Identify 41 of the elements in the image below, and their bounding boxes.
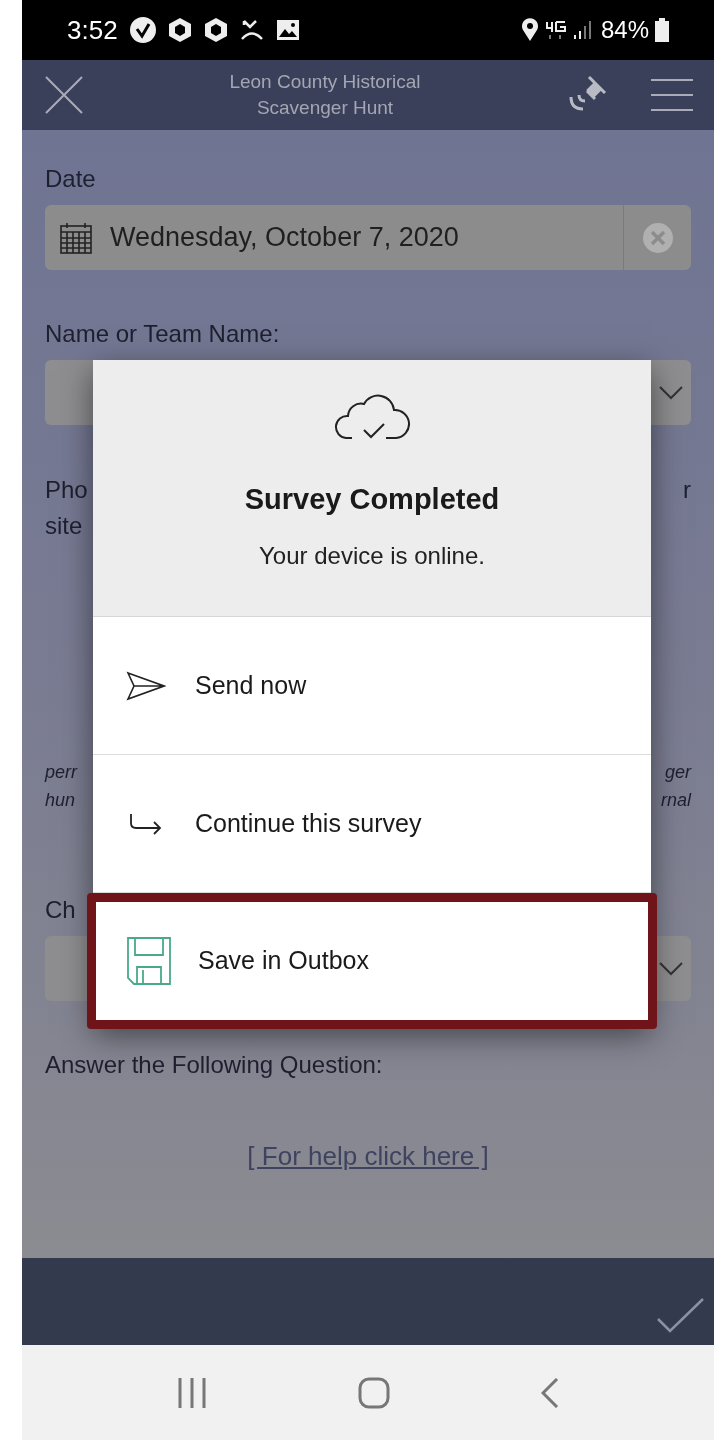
chevron-down-icon	[659, 385, 683, 400]
hexagon-icon	[167, 17, 192, 43]
partial-text: site	[45, 511, 83, 541]
calendar-icon	[60, 221, 92, 254]
date-field[interactable]: Wednesday, October 7, 2020	[45, 205, 691, 270]
app-title: Leon County Historical	[229, 70, 421, 94]
back-icon[interactable]	[540, 1377, 559, 1408]
dialog-title: Survey Completed	[244, 482, 500, 517]
dialog-option[interactable]: Save in Outbox	[87, 893, 657, 1029]
field-label: Name or Team Name:	[45, 319, 281, 349]
battery-icon	[655, 18, 669, 42]
recent-apps-icon[interactable]	[177, 1377, 208, 1408]
dialog-option[interactable]: Send now	[93, 617, 651, 755]
signal-bars-icon	[572, 20, 593, 40]
check-circle-icon	[129, 17, 156, 43]
partial-text: r	[683, 475, 691, 505]
close-icon	[45, 76, 83, 114]
hook-arrow-icon	[129, 812, 163, 835]
location-pin-icon	[520, 18, 539, 42]
dialog-message: Your device is online.	[259, 540, 485, 571]
field-label: Date	[45, 164, 97, 194]
partial-text: rnal	[661, 789, 691, 812]
question-label: Answer the Following Question:	[45, 1050, 384, 1080]
app-title: Scavenger Hunt	[256, 96, 394, 120]
date-value: Wednesday, October 7, 2020	[110, 221, 460, 255]
home-icon[interactable]	[358, 1376, 390, 1409]
partial-text: ger	[665, 761, 691, 784]
status-time: 3:52	[67, 13, 118, 47]
dialog-option[interactable]: Continue this survey	[93, 755, 651, 893]
checkmark-icon[interactable]	[656, 1297, 704, 1333]
partial-text: Pho	[45, 475, 88, 505]
partial-text: perr	[45, 761, 77, 784]
hexagon-icon	[203, 17, 228, 43]
chevron-down-icon	[659, 961, 683, 976]
paper-plane-icon	[126, 670, 166, 701]
menu-icon	[651, 78, 693, 112]
partial-text: Ch	[45, 895, 76, 925]
battery-percent: 84%	[600, 15, 649, 45]
network-4g-icon	[544, 20, 567, 40]
image-icon	[275, 19, 300, 41]
partial-text: hun	[45, 789, 76, 812]
